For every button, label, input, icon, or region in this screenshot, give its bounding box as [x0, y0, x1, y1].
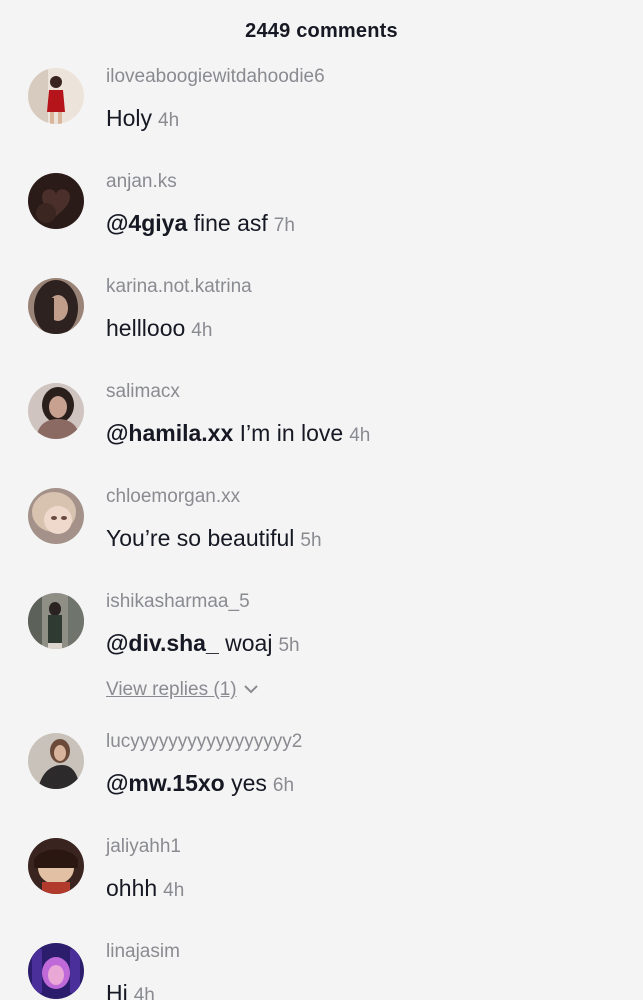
comment-username[interactable]: ishikasharmaa_5 — [106, 591, 250, 613]
comment-mention[interactable]: @mw.15xo — [106, 770, 225, 796]
avatar[interactable] — [28, 943, 84, 999]
avatar[interactable] — [28, 173, 84, 229]
comment-text: woaj — [225, 630, 273, 656]
comment-item: linajasim Hi 4h — [0, 941, 643, 1000]
view-replies-label: View replies (1) — [106, 679, 237, 700]
comments-sheet: 2449 comments iloveaboogiewitdahoodie6 H… — [0, 0, 643, 1000]
comment-time: 7h — [273, 215, 295, 236]
comment-text: fine asf — [193, 210, 268, 236]
comment-text: yes — [231, 770, 267, 796]
avatar[interactable] — [28, 278, 84, 334]
comment-time: 4h — [191, 320, 213, 341]
avatar[interactable] — [28, 68, 84, 124]
avatar[interactable] — [28, 383, 84, 439]
comment-time: 4h — [158, 110, 180, 131]
comment-text: Holy — [106, 105, 153, 131]
avatar[interactable] — [28, 488, 84, 544]
comment-text: I’m in love — [239, 420, 344, 446]
comment-text-row: Hi 4h — [106, 980, 155, 1000]
comment-item: iloveaboogiewitdahoodie6 Holy 4h — [0, 66, 643, 168]
comment-text: You’re so beautiful — [106, 525, 295, 551]
comment-text: helllooo — [106, 315, 186, 341]
chevron-down-icon — [243, 679, 259, 701]
comment-text-row: ohhh 4h — [106, 875, 184, 902]
comment-text: Hi — [106, 980, 128, 1000]
comment-item: jaliyahh1 ohhh 4h — [0, 836, 643, 938]
comment-time: 4h — [133, 985, 155, 1000]
comment-text-row: You’re so beautiful 5h — [106, 525, 322, 552]
comment-time: 5h — [278, 635, 300, 656]
comment-text-row: @mw.15xo yes 6h — [106, 770, 294, 797]
avatar[interactable] — [28, 593, 84, 649]
comment-username[interactable]: chloemorgan.xx — [106, 486, 240, 508]
comment-time: 5h — [300, 530, 322, 551]
comment-username[interactable]: anjan.ks — [106, 171, 177, 193]
comment-username[interactable]: jaliyahh1 — [106, 836, 181, 858]
comment-text-row: @div.sha_ woaj 5h — [106, 630, 300, 657]
comment-text-row: @4giya fine asf 7h — [106, 210, 295, 237]
comment-mention[interactable]: @4giya — [106, 210, 187, 236]
comment-item: lucyyyyyyyyyyyyyyyyy2 @mw.15xo yes 6h — [0, 731, 643, 833]
comment-mention[interactable]: @div.sha_ — [106, 630, 219, 656]
comment-username[interactable]: iloveaboogiewitdahoodie6 — [106, 66, 325, 88]
comment-username[interactable]: lucyyyyyyyyyyyyyyyyy2 — [106, 731, 302, 753]
comment-item: karina.not.katrina helllooo 4h — [0, 276, 643, 378]
comment-text-row: helllooo 4h — [106, 315, 212, 342]
comment-time: 4h — [163, 880, 185, 901]
comment-item: chloemorgan.xx You’re so beautiful 5h — [0, 486, 643, 588]
comment-time: 4h — [349, 425, 371, 446]
comment-item: ishikasharmaa_5 @div.sha_ woaj 5h — [0, 591, 643, 693]
comment-text-row: Holy 4h — [106, 105, 179, 132]
comment-text-row: @hamila.xx I’m in love 4h — [106, 420, 370, 447]
comment-username[interactable]: karina.not.katrina — [106, 276, 252, 298]
avatar[interactable] — [28, 733, 84, 789]
comment-time: 6h — [272, 775, 295, 796]
comment-mention[interactable]: @hamila.xx — [106, 420, 233, 446]
comment-username[interactable]: salimacx — [106, 381, 180, 403]
comment-text: ohhh — [106, 875, 158, 901]
comment-item: anjan.ks @4giya fine asf 7h — [0, 171, 643, 273]
comments-count-title: 2449 comments — [245, 20, 398, 42]
view-replies-button[interactable]: View replies (1) — [106, 679, 259, 701]
avatar[interactable] — [28, 838, 84, 894]
comment-item: salimacx @hamila.xx I’m in love 4h — [0, 381, 643, 483]
comment-username[interactable]: linajasim — [106, 941, 180, 963]
